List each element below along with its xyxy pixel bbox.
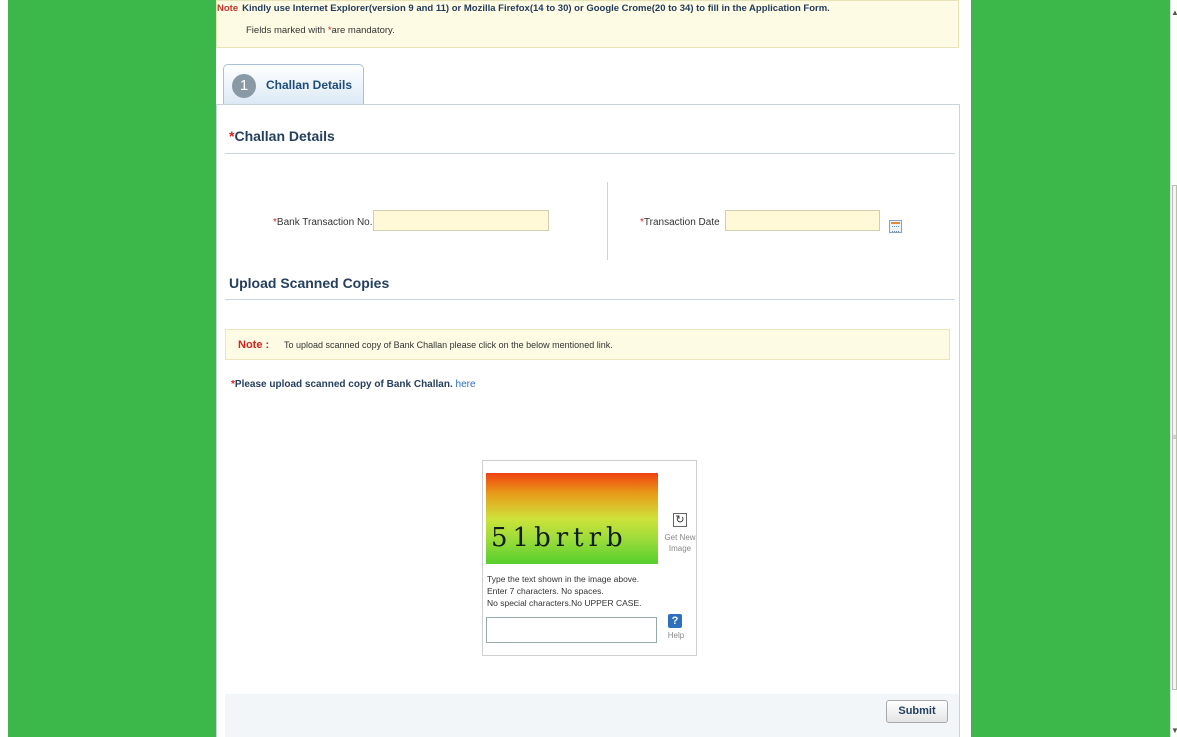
upload-prompt: *Please upload scanned copy of Bank Chal… [231,379,476,390]
bank-transaction-input[interactable] [373,210,549,231]
help-icon[interactable]: ? [668,614,682,628]
upload-note-label: Note : [238,339,270,351]
vertical-scrollbar[interactable]: ▲ ≡ ▼ [1170,0,1177,737]
upload-note-text: To upload scanned copy of Bank Challan p… [284,340,613,350]
tab-label: Challan Details [266,78,353,92]
upload-section-title: Upload Scanned Copies [229,275,390,291]
upload-prompt-text: Please upload scanned copy of Bank Chall… [234,379,453,390]
captcha-instructions: Type the text shown in the image above. … [487,573,641,609]
left-background [8,0,216,737]
upload-note: Note : To upload scanned copy of Bank Ch… [225,329,950,360]
get-new-image-label[interactable]: Get New Image [663,532,697,554]
section-divider [225,299,955,300]
scroll-down-arrow[interactable]: ▼ [1171,726,1177,735]
scroll-grip-icon: ≡ [1172,435,1177,441]
section-divider [225,153,955,154]
scroll-up-arrow[interactable]: ▲ [1171,8,1177,17]
mandatory-prefix: Fields marked with [246,25,326,36]
step-number-icon: 1 [232,74,256,98]
application-page: Note Kindly use Internet Explorer(version… [216,0,971,737]
help-label[interactable]: Help [663,631,689,640]
submit-button[interactable]: Submit [886,700,948,723]
notice-browser-text: Kindly use Internet Explorer(version 9 a… [242,3,830,14]
column-divider [607,182,608,260]
calendar-icon[interactable] [889,220,902,233]
refresh-icon[interactable]: ↻ [673,513,687,527]
captcha-widget: 51brtrb ↻ Get New Image Type the text sh… [482,460,697,656]
transaction-date-input[interactable] [725,210,880,231]
notice-line-mandatory: Fields marked with *are mandatory. [246,25,395,36]
captcha-instruction-line: Type the text shown in the image above. [487,574,640,584]
captcha-instruction-line: No special characters.No UPPER CASE. [487,598,642,608]
upload-here-link[interactable]: here [456,379,476,390]
notice-line-browsers: Note Kindly use Internet Explorer(version… [217,3,830,14]
transaction-date-label-text: Transaction Date [643,217,720,228]
form-panel: *Challan Details *Bank Transaction No. *… [216,104,960,737]
browser-notice: Note Kindly use Internet Explorer(version… [216,0,959,48]
transaction-date-label: *Transaction Date [640,217,720,228]
bank-transaction-label-text: Bank Transaction No. [276,217,373,228]
captcha-input[interactable] [486,617,657,643]
form-footer [225,694,959,737]
captcha-image: 51brtrb [486,473,658,564]
challan-section-title: *Challan Details [229,128,335,144]
bank-transaction-label: *Bank Transaction No. [273,217,373,228]
notice-note-word: Note [217,3,239,14]
right-background [971,0,1170,737]
mandatory-suffix: are mandatory. [331,25,395,36]
captcha-image-text: 51brtrb [491,523,628,553]
captcha-instruction-line: Enter 7 characters. No spaces. [487,586,604,596]
tab-challan-details[interactable]: 1 Challan Details [223,64,364,104]
challan-section-title-text: Challan Details [234,128,335,144]
